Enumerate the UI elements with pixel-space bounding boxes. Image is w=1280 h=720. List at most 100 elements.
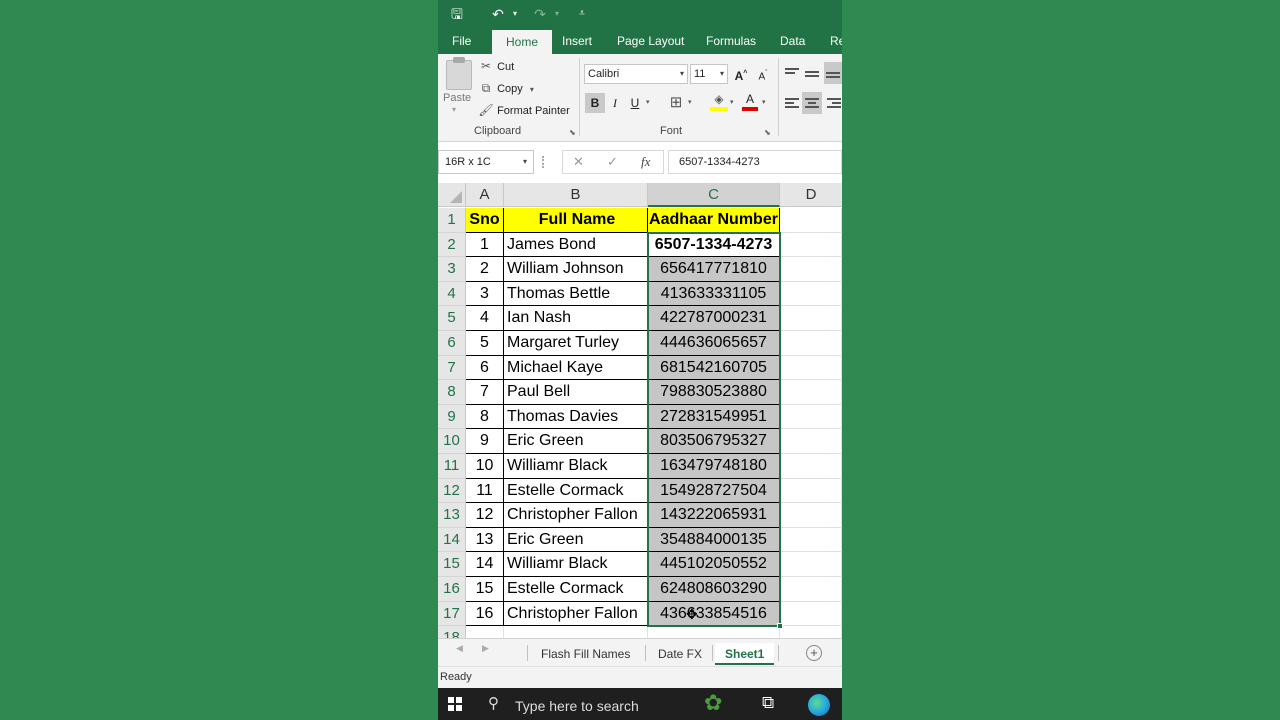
row-header[interactable]: 13 bbox=[438, 503, 466, 528]
cut-button[interactable]: ✂ Cut bbox=[478, 57, 514, 75]
cell-sno[interactable]: 15 bbox=[466, 577, 504, 602]
cell-sno[interactable]: 5 bbox=[466, 331, 504, 356]
column-header-d[interactable]: D bbox=[780, 183, 842, 207]
save-icon[interactable]: 🖫 bbox=[448, 4, 466, 24]
select-all-button[interactable] bbox=[438, 183, 466, 207]
fill-color-dropdown-icon[interactable]: ▾ bbox=[730, 93, 734, 113]
cell-d[interactable] bbox=[780, 281, 842, 307]
underline-button[interactable]: U bbox=[628, 93, 642, 113]
tab-home[interactable]: Home bbox=[492, 30, 553, 54]
name-box[interactable]: 16R x 1C ▾ bbox=[438, 150, 534, 174]
taskbar-search-box[interactable]: ⚲ Type here to search bbox=[478, 688, 728, 720]
task-view-icon[interactable]: ⧉ bbox=[762, 693, 774, 713]
paste-dropdown-icon[interactable]: ▾ bbox=[452, 105, 456, 114]
cell-d[interactable] bbox=[780, 478, 842, 504]
cell-aadhaar-number[interactable]: 163479748180 bbox=[648, 454, 780, 479]
row-header[interactable]: 18 bbox=[438, 626, 466, 638]
cell-sno[interactable]: 8 bbox=[466, 404, 504, 430]
row-header[interactable]: 4 bbox=[438, 281, 466, 307]
cell-b[interactable] bbox=[504, 626, 648, 638]
row-header[interactable]: 3 bbox=[438, 257, 466, 282]
row-header[interactable]: 17 bbox=[438, 601, 466, 627]
cell-sno[interactable]: 14 bbox=[466, 552, 504, 577]
row-header[interactable]: 9 bbox=[438, 404, 466, 430]
cell-c[interactable] bbox=[648, 626, 780, 638]
cell-full-name[interactable]: Christopher Fallon bbox=[504, 601, 648, 627]
tab-insert[interactable]: Insert bbox=[562, 28, 592, 54]
redo-dropdown-icon[interactable]: ▾ bbox=[552, 4, 562, 24]
tab-file[interactable]: File bbox=[452, 28, 471, 54]
tab-review[interactable]: Re bbox=[830, 28, 842, 54]
next-sheet-icon[interactable]: ▶ bbox=[482, 643, 489, 654]
bottom-align-icon[interactable] bbox=[824, 62, 842, 84]
row-header[interactable]: 6 bbox=[438, 331, 466, 356]
cell-full-name[interactable]: Eric Green bbox=[504, 527, 648, 553]
redo-icon[interactable]: ↷ bbox=[530, 4, 550, 24]
row-header[interactable]: 16 bbox=[438, 577, 466, 602]
cell-sno[interactable]: 6 bbox=[466, 355, 504, 381]
cell-sno[interactable]: 4 bbox=[466, 306, 504, 331]
cell-d[interactable] bbox=[780, 331, 842, 356]
row-header[interactable]: 8 bbox=[438, 380, 466, 405]
shrink-font-button[interactable]: Aˇ bbox=[756, 64, 770, 84]
font-name-select[interactable]: Calibri ▾ bbox=[584, 64, 688, 84]
cell-full-name[interactable]: Full Name bbox=[504, 208, 648, 233]
cell-full-name[interactable]: Paul Bell bbox=[504, 380, 648, 405]
borders-dropdown-icon[interactable]: ▾ bbox=[688, 93, 692, 113]
align-center-icon[interactable] bbox=[802, 92, 822, 114]
cell-a[interactable] bbox=[466, 626, 504, 638]
row-header[interactable]: 15 bbox=[438, 552, 466, 577]
paste-icon[interactable] bbox=[446, 57, 472, 90]
cell-d[interactable] bbox=[780, 257, 842, 282]
row-header[interactable]: 11 bbox=[438, 454, 466, 479]
cell-sno[interactable]: Sno bbox=[466, 208, 504, 233]
align-left-icon[interactable] bbox=[784, 94, 800, 112]
cell-d[interactable] bbox=[780, 306, 842, 331]
tab-data[interactable]: Data bbox=[780, 28, 805, 54]
cell-sno[interactable]: 12 bbox=[466, 503, 504, 528]
cell-aadhaar-number[interactable]: 154928727504 bbox=[648, 478, 780, 504]
font-size-select[interactable]: 11 ▾ bbox=[690, 64, 728, 84]
row-header[interactable]: 14 bbox=[438, 527, 466, 553]
formula-input[interactable]: 6507-1334-4273 bbox=[668, 150, 842, 174]
cell-full-name[interactable]: Christopher Fallon bbox=[504, 503, 648, 528]
paste-button[interactable]: Paste bbox=[443, 92, 471, 104]
font-launcher-icon[interactable]: ⬊ bbox=[764, 128, 771, 137]
column-header-b[interactable]: B bbox=[504, 183, 648, 207]
copy-button[interactable]: ⧉ Copy ▾ bbox=[478, 79, 534, 97]
cell-d[interactable] bbox=[780, 527, 842, 553]
tab-formulas[interactable]: Formulas bbox=[706, 28, 756, 54]
cell-aadhaar-number[interactable]: 272831549951 bbox=[648, 404, 780, 430]
cell-d[interactable] bbox=[780, 577, 842, 602]
clipboard-launcher-icon[interactable]: ⬊ bbox=[569, 128, 576, 137]
cell-full-name[interactable]: Estelle Cormack bbox=[504, 577, 648, 602]
middle-align-icon[interactable] bbox=[804, 64, 820, 82]
cell-sno[interactable]: 11 bbox=[466, 478, 504, 504]
insert-function-icon[interactable]: fx bbox=[641, 151, 650, 173]
copy-dropdown-icon[interactable]: ▾ bbox=[530, 85, 534, 94]
cell-aadhaar-number[interactable]: 422787000231 bbox=[648, 306, 780, 331]
cell-d[interactable] bbox=[780, 626, 842, 638]
cell-aadhaar-number[interactable]: 444636065657 bbox=[648, 331, 780, 356]
cell-sno[interactable]: 10 bbox=[466, 454, 504, 479]
align-right-icon[interactable] bbox=[824, 94, 842, 112]
row-header[interactable]: 2 bbox=[438, 232, 466, 258]
cell-aadhaar-number[interactable]: 413633331105 bbox=[648, 281, 780, 307]
cell-sno[interactable]: 9 bbox=[466, 429, 504, 454]
sheet-tab-date-fx[interactable]: Date FX bbox=[658, 643, 702, 665]
cell-full-name[interactable]: Michael Kaye bbox=[504, 355, 648, 381]
format-painter-button[interactable]: 🖌 Format Painter bbox=[478, 101, 569, 119]
cell-d[interactable] bbox=[780, 601, 842, 627]
cancel-icon[interactable]: ✕ bbox=[573, 151, 584, 173]
add-sheet-icon[interactable]: + bbox=[806, 645, 822, 661]
column-header-a[interactable]: A bbox=[466, 183, 504, 207]
cell-aadhaar-number[interactable]: 6507-1334-4273 bbox=[648, 232, 780, 258]
enter-icon[interactable]: ✓ bbox=[607, 151, 618, 173]
cell-full-name[interactable]: Williamr Black bbox=[504, 552, 648, 577]
cell-d[interactable] bbox=[780, 503, 842, 528]
customize-qat-icon[interactable]: ⩡ bbox=[576, 4, 588, 24]
borders-icon[interactable]: ⊞ bbox=[668, 93, 684, 113]
column-header-c[interactable]: C bbox=[648, 183, 780, 207]
row-header[interactable]: 1 bbox=[438, 208, 466, 233]
cell-aadhaar-number[interactable]: 624808603290 bbox=[648, 577, 780, 602]
